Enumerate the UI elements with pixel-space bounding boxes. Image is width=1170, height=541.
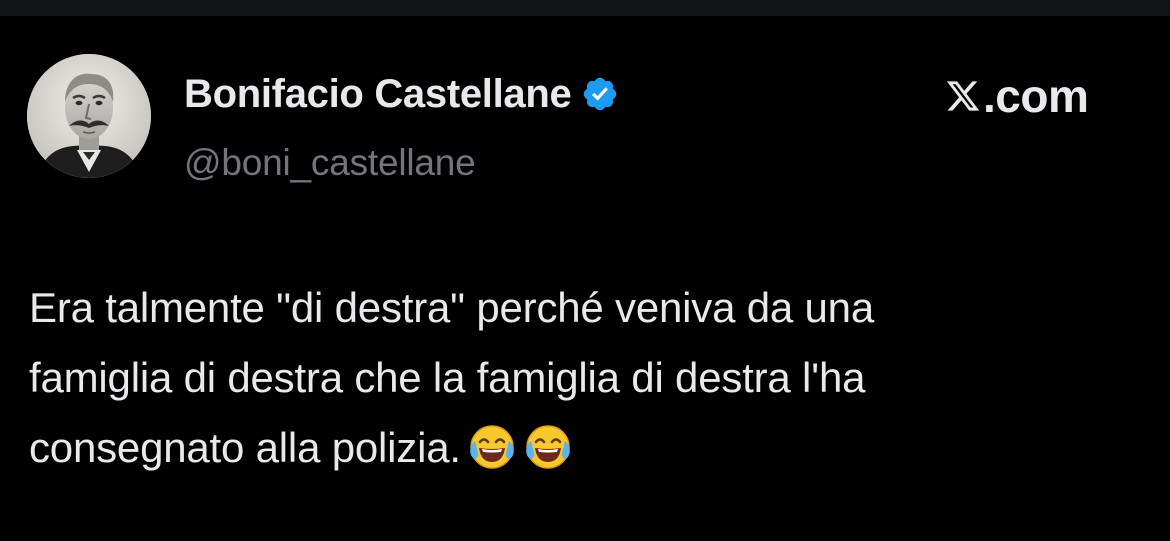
author-handle[interactable]: @boni_castellane: [184, 142, 476, 184]
tweet-body: Era talmente "di destra" perché veniva d…: [29, 273, 1139, 483]
tweet-line-last: consegnato alla polizia.: [29, 413, 1139, 483]
face-with-tears-of-joy-icon: [467, 422, 517, 472]
avatar[interactable]: [27, 54, 151, 178]
x-logo-icon: [945, 78, 981, 114]
tweet-line: famiglia di destra che la famiglia di de…: [29, 354, 866, 401]
tweet-line-text: consegnato alla polizia.: [29, 424, 461, 471]
brand-logo: .com: [945, 70, 1089, 122]
brand-domain-text: .com: [983, 70, 1089, 122]
verified-badge-icon: [581, 75, 619, 113]
tweet-card: Bonifacio Castellane @boni_castellane .c…: [0, 16, 1170, 541]
author-display-name[interactable]: Bonifacio Castellane: [184, 72, 572, 117]
top-strip: [0, 0, 1170, 16]
portrait-avatar-icon: [27, 54, 151, 178]
tweet-line: Era talmente "di destra" perché veniva d…: [29, 284, 874, 331]
face-with-tears-of-joy-icon: [523, 422, 573, 472]
author-name-row[interactable]: Bonifacio Castellane: [184, 72, 619, 116]
